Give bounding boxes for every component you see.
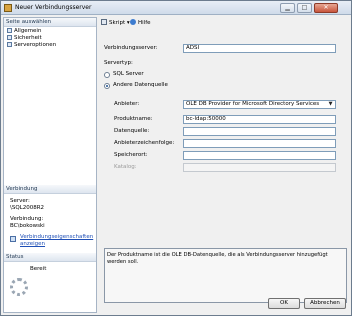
toolbar: Skript ▾ Hilfe — [98, 17, 351, 29]
provider-string-input[interactable] — [183, 139, 336, 148]
page-item-general[interactable]: Allgemein — [7, 28, 41, 35]
page-item-security[interactable]: Sicherheit — [7, 35, 42, 42]
select-page-header: Seite auswählen — [4, 18, 96, 27]
page-icon — [7, 42, 12, 47]
page-item-label: Allgemein — [14, 28, 42, 34]
provider-select[interactable]: OLE DB Provider for Microsoft Directory … — [183, 100, 336, 109]
connection-label: Verbindung: — [10, 216, 44, 222]
server-type-label: Servertyp: — [104, 60, 133, 66]
connection-value: BC\bokowski — [10, 223, 45, 229]
cancel-button[interactable]: Abbrechen — [304, 298, 346, 309]
linked-server-dialog: Neuer Verbindungsserver ▁ □ ✕ Seite ausw… — [0, 0, 352, 316]
linked-server-input[interactable]: ADSI — [183, 44, 336, 53]
maximize-button[interactable]: □ — [297, 3, 312, 13]
location-label: Speicherort: — [114, 152, 148, 158]
help-label: Hilfe — [138, 20, 151, 26]
catalog-input — [183, 163, 336, 172]
provider-string-label: Anbieterzeichenfolge: — [114, 140, 175, 146]
ok-button[interactable]: OK — [268, 298, 300, 309]
help-button[interactable]: Hilfe — [130, 19, 151, 27]
left-pane: Seite auswählen Allgemein Sicherheit Ser… — [3, 17, 97, 313]
location-input[interactable] — [183, 151, 336, 160]
server-icon — [4, 4, 12, 12]
product-name-input[interactable]: bc-ldap:50000 — [183, 115, 336, 124]
provider-selected-value: OLE DB Provider for Microsoft Directory … — [186, 101, 320, 107]
page-icon — [7, 35, 12, 40]
status-header: Status — [4, 253, 96, 262]
minimize-button[interactable]: ▁ — [280, 3, 295, 13]
server-label: Server: — [10, 198, 30, 204]
script-button[interactable]: Skript ▾ — [101, 19, 130, 27]
chevron-down-icon: ▼ — [328, 101, 333, 107]
script-label: Skript — [109, 20, 126, 26]
sql-server-radio[interactable] — [104, 72, 110, 78]
page-item-label: Serveroptionen — [14, 42, 57, 48]
view-connection-properties-link-2[interactable]: anzeigen — [20, 241, 45, 247]
data-source-input[interactable] — [183, 127, 336, 136]
product-name-label: Produktname: — [114, 116, 153, 122]
progress-spinner-icon — [10, 278, 28, 296]
page-item-server-options[interactable]: Serveroptionen — [7, 42, 56, 49]
other-data-source-radio-label[interactable]: Andere Datenquelle — [113, 82, 168, 89]
view-connection-properties-link[interactable]: Verbindungseigenschaften — [20, 234, 93, 240]
close-button[interactable]: ✕ — [314, 3, 338, 13]
status-text: Bereit — [30, 266, 47, 272]
page-item-label: Sicherheit — [14, 35, 42, 41]
server-value: \SQL2008R2 — [10, 205, 45, 211]
general-page: Verbindungsserver: ADSI Servertyp: SQL S… — [98, 30, 351, 313]
connection-header: Verbindung — [4, 185, 96, 194]
connection-properties-icon — [10, 236, 16, 242]
page-icon — [7, 28, 12, 33]
window-title: Neuer Verbindungsserver — [15, 4, 92, 11]
data-source-label: Datenquelle: — [114, 128, 150, 134]
provider-label: Anbieter: — [114, 101, 140, 107]
other-data-source-radio[interactable] — [104, 83, 110, 89]
help-icon — [130, 19, 136, 25]
sql-server-radio-label[interactable]: SQL Server — [113, 71, 144, 78]
catalog-label: Katalog: — [114, 164, 137, 170]
script-icon — [101, 19, 107, 25]
linked-server-label: Verbindungsserver: — [104, 45, 158, 51]
title-bar[interactable]: Neuer Verbindungsserver ▁ □ ✕ — [1, 1, 351, 15]
description-box: Der Produktname ist die OLE DB-Datenquel… — [104, 248, 347, 303]
